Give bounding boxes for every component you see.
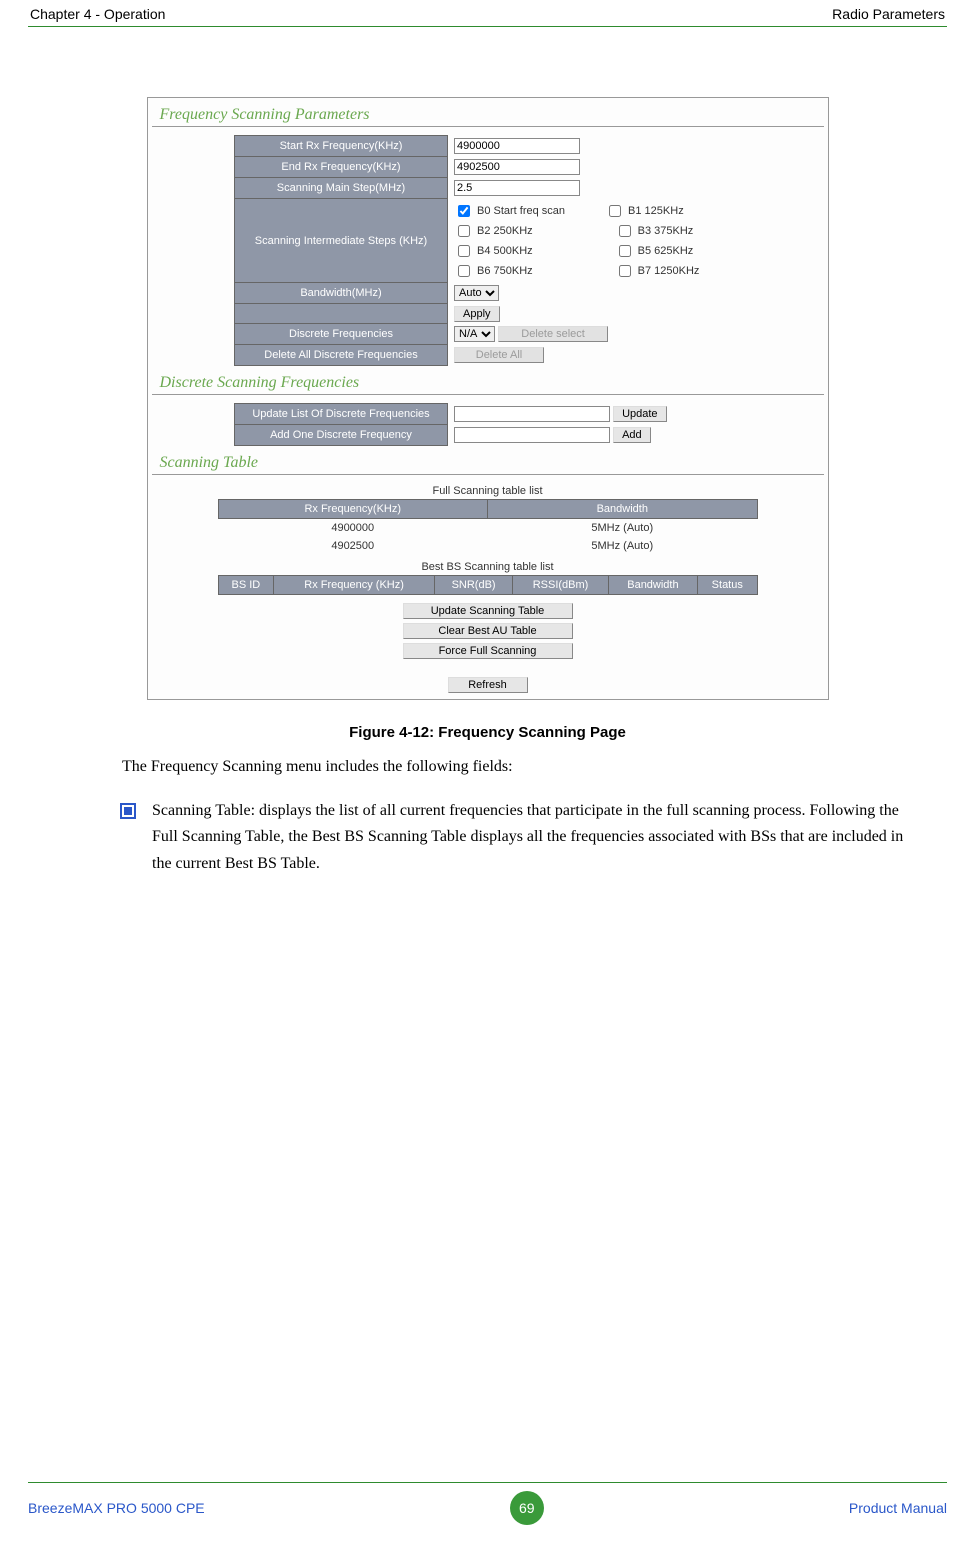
full-row0-freq: 4900000 <box>218 519 488 538</box>
main-step-label: Scanning Main Step(MHz) <box>235 178 448 199</box>
section-title-freq-params: Frequency Scanning Parameters <box>152 102 824 127</box>
full-scanning-caption: Full Scanning table list <box>218 483 758 499</box>
best-bs-grid: BS ID Rx Frequency (KHz) SNR(dB) RSSI(dB… <box>218 575 758 595</box>
bandwidth-label: Bandwidth(MHz) <box>235 283 448 304</box>
delete-all-label: Delete All Discrete Frequencies <box>235 345 448 366</box>
section-title-discrete: Discrete Scanning Frequencies <box>152 370 824 395</box>
main-step-input[interactable] <box>454 180 580 196</box>
add-one-label: Add One Discrete Frequency <box>235 425 448 446</box>
page-header: Chapter 4 - Operation Radio Parameters <box>28 0 947 26</box>
discrete-select[interactable]: N/A <box>454 326 495 342</box>
force-full-scanning-button[interactable]: Force Full Scanning <box>403 643 573 659</box>
table-row: 4902500 5MHz (Auto) <box>218 537 757 555</box>
b6-checkbox[interactable] <box>458 265 470 277</box>
header-left: Chapter 4 - Operation <box>30 6 165 22</box>
table-row: 4900000 5MHz (Auto) <box>218 519 757 538</box>
best-h0: BS ID <box>218 576 274 595</box>
best-h2: SNR(dB) <box>434 576 512 595</box>
b0-checkbox[interactable] <box>458 205 470 217</box>
figure-caption: Figure 4-12: Frequency Scanning Page <box>28 724 947 741</box>
full-header-rx: Rx Frequency(KHz) <box>218 500 488 519</box>
b0-option[interactable]: B0 Start freq scan <box>454 202 565 220</box>
full-scanning-block: Full Scanning table list Rx Frequency(KH… <box>218 483 758 693</box>
bullet-text: Scanning Table: displays the list of all… <box>152 798 907 877</box>
apply-button[interactable]: Apply <box>454 306 500 322</box>
delete-select-button[interactable]: Delete select <box>498 326 608 342</box>
b1-checkbox[interactable] <box>609 205 621 217</box>
best-h5: Status <box>698 576 757 595</box>
intro-text: The Frequency Scanning menu includes the… <box>122 755 887 780</box>
apply-row-label <box>235 304 448 324</box>
b7-option[interactable]: B7 1250KHz <box>615 262 700 280</box>
bullet-icon <box>120 803 136 819</box>
start-rx-label: Start Rx Frequency(KHz) <box>235 136 448 157</box>
b5-checkbox[interactable] <box>619 245 631 257</box>
end-rx-label: End Rx Frequency(KHz) <box>235 157 448 178</box>
header-rule <box>28 26 947 27</box>
update-button[interactable]: Update <box>613 406 666 422</box>
bandwidth-select[interactable]: Auto <box>454 285 499 301</box>
footer-left: BreezeMAX PRO 5000 CPE <box>28 1500 205 1516</box>
b5-option[interactable]: B5 625KHz <box>615 242 694 260</box>
freq-params-table: Start Rx Frequency(KHz) End Rx Frequency… <box>234 135 741 366</box>
full-row1-bw: 5MHz (Auto) <box>488 537 758 555</box>
discrete-freq-label: Discrete Frequencies <box>235 324 448 345</box>
footer-right: Product Manual <box>849 1500 947 1516</box>
best-bs-caption: Best BS Scanning table list <box>218 559 758 575</box>
b2-checkbox[interactable] <box>458 225 470 237</box>
full-row0-bw: 5MHz (Auto) <box>488 519 758 538</box>
clear-best-au-button[interactable]: Clear Best AU Table <box>403 623 573 639</box>
update-scanning-table-button[interactable]: Update Scanning Table <box>403 603 573 619</box>
b3-checkbox[interactable] <box>619 225 631 237</box>
header-right: Radio Parameters <box>832 6 945 22</box>
best-h1: Rx Frequency (KHz) <box>274 576 435 595</box>
b3-option[interactable]: B3 375KHz <box>615 222 694 240</box>
update-list-label: Update List Of Discrete Frequencies <box>235 404 448 425</box>
b6-option[interactable]: B6 750KHz <box>454 262 533 280</box>
best-h4: Bandwidth <box>608 576 697 595</box>
b1-option[interactable]: B1 125KHz <box>605 202 684 220</box>
inter-steps-cell: B0 Start freq scan B1 125KHz B2 250KHz B… <box>448 199 741 283</box>
page-number-badge: 69 <box>510 1491 544 1525</box>
delete-all-button[interactable]: Delete All <box>454 347 544 363</box>
page-footer: BreezeMAX PRO 5000 CPE 69 Product Manual <box>28 1482 947 1525</box>
full-row1-freq: 4902500 <box>218 537 488 555</box>
frequency-scanning-screenshot: Frequency Scanning Parameters Start Rx F… <box>147 97 829 700</box>
b2-option[interactable]: B2 250KHz <box>454 222 533 240</box>
bullet-item: Scanning Table: displays the list of all… <box>120 798 907 877</box>
discrete-scan-table: Update List Of Discrete Frequencies Upda… <box>234 403 741 446</box>
b7-checkbox[interactable] <box>619 265 631 277</box>
inter-steps-label: Scanning Intermediate Steps (KHz) <box>235 199 448 283</box>
section-title-scanning-table: Scanning Table <box>152 450 824 475</box>
end-rx-input[interactable] <box>454 159 580 175</box>
add-button[interactable]: Add <box>613 427 651 443</box>
b4-option[interactable]: B4 500KHz <box>454 242 533 260</box>
footer-rule <box>28 1482 947 1483</box>
update-list-input[interactable] <box>454 406 610 422</box>
scanning-table-buttons: Update Scanning Table Clear Best AU Tabl… <box>218 603 758 659</box>
refresh-button[interactable]: Refresh <box>448 677 528 693</box>
full-scanning-grid: Rx Frequency(KHz) Bandwidth 4900000 5MHz… <box>218 499 758 555</box>
best-h3: RSSI(dBm) <box>513 576 609 595</box>
start-rx-input[interactable] <box>454 138 580 154</box>
b4-checkbox[interactable] <box>458 245 470 257</box>
add-one-input[interactable] <box>454 427 610 443</box>
full-header-bw: Bandwidth <box>488 500 758 519</box>
